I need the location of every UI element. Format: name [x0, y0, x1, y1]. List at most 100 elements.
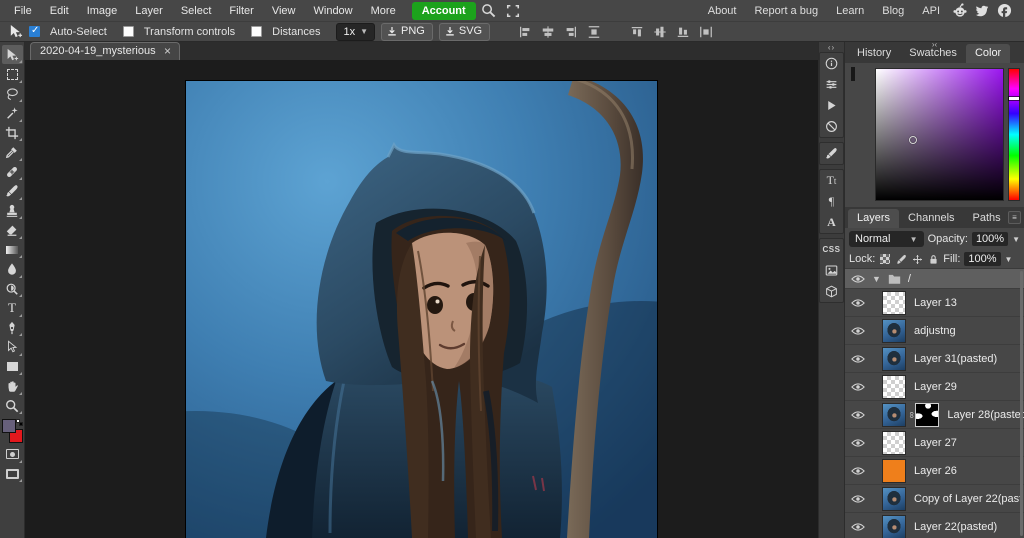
visibility-eye-icon[interactable]: [851, 438, 865, 448]
panel-collapse-handle[interactable]: ‹›: [828, 44, 835, 52]
layer-row[interactable]: adjustng: [845, 317, 1024, 345]
hand-tool[interactable]: [2, 377, 23, 396]
menu-window[interactable]: Window: [306, 2, 361, 20]
hue-slider-marker[interactable]: [1009, 97, 1019, 100]
css-panel-icon[interactable]: CSS: [820, 239, 843, 260]
visibility-eye-icon[interactable]: [851, 298, 865, 308]
fill-value[interactable]: 100%: [964, 252, 1000, 266]
layer-thumbnail[interactable]: [882, 515, 906, 538]
distribute-horizontal-icon[interactable]: [585, 24, 602, 39]
rectangle-shape-tool[interactable]: [2, 357, 23, 376]
canvas[interactable]: [186, 81, 657, 538]
visibility-eye-icon[interactable]: [851, 494, 865, 504]
gradient-tool[interactable]: [2, 240, 23, 259]
layer-group-row[interactable]: ▼ /: [845, 269, 1024, 289]
actions-play-icon[interactable]: [820, 95, 843, 116]
layer-mask-thumbnail[interactable]: [915, 403, 939, 427]
lasso-tool[interactable]: [2, 84, 23, 103]
lock-all-icon[interactable]: [927, 253, 939, 265]
layer-row[interactable]: Layer 22(pasted): [845, 513, 1024, 538]
visibility-eye-icon[interactable]: [851, 274, 865, 284]
info-panel-icon[interactable]: [820, 53, 843, 74]
visibility-eye-icon[interactable]: [851, 466, 865, 476]
layer-thumbnail[interactable]: [882, 403, 906, 427]
layer-row[interactable]: Layer 13: [845, 289, 1024, 317]
3d-panel-icon[interactable]: [820, 281, 843, 302]
link-report-a-bug[interactable]: Report a bug: [746, 2, 826, 20]
brush-settings-icon[interactable]: [820, 143, 843, 164]
magic-wand-tool[interactable]: [2, 104, 23, 123]
visibility-eye-icon[interactable]: [851, 522, 865, 532]
layer-row[interactable]: Layer 31(pasted): [845, 345, 1024, 373]
menu-edit[interactable]: Edit: [42, 2, 77, 20]
link-api[interactable]: API: [914, 2, 948, 20]
default-colors-icon[interactable]: [16, 419, 23, 426]
align-top-icon[interactable]: [628, 24, 645, 39]
account-button[interactable]: Account: [412, 2, 476, 20]
lock-paint-icon[interactable]: [895, 253, 907, 265]
layer-row[interactable]: Layer 27: [845, 429, 1024, 457]
visibility-eye-icon[interactable]: [851, 382, 865, 392]
menu-select[interactable]: Select: [173, 2, 220, 20]
layer-thumbnail[interactable]: [882, 459, 906, 483]
crop-tool[interactable]: [2, 123, 23, 142]
twitter-icon[interactable]: [972, 3, 992, 19]
export-png-button[interactable]: PNG: [381, 23, 433, 41]
hue-slider[interactable]: [1008, 68, 1020, 201]
fill-dropdown-icon[interactable]: ▼: [1005, 255, 1013, 264]
tab-color[interactable]: Color: [966, 44, 1010, 63]
lock-position-icon[interactable]: [911, 253, 923, 265]
picker-marker[interactable]: [909, 136, 917, 144]
reddit-icon[interactable]: [950, 3, 970, 19]
clone-stamp-tool[interactable]: [2, 201, 23, 220]
character-panel-icon[interactable]: Tt: [820, 170, 843, 191]
move-tool[interactable]: [2, 45, 23, 64]
spot-healing-tool[interactable]: [2, 162, 23, 181]
menu-image[interactable]: Image: [79, 2, 126, 20]
menu-view[interactable]: View: [264, 2, 304, 20]
color-swatch-pair[interactable]: [2, 419, 23, 443]
panel-collapse-handle[interactable]: ›‹: [932, 42, 937, 48]
paragraph-panel-icon[interactable]: ¶: [820, 191, 843, 212]
menu-file[interactable]: File: [6, 2, 40, 20]
blur-tool[interactable]: [2, 260, 23, 279]
quick-mask-button[interactable]: [2, 445, 23, 464]
menu-filter[interactable]: Filter: [221, 2, 261, 20]
opacity-value[interactable]: 100%: [972, 232, 1008, 246]
layer-mask-link-icon[interactable]: ∞: [907, 411, 917, 417]
distances-checkbox[interactable]: [251, 26, 262, 37]
type-tool[interactable]: T: [2, 299, 23, 318]
eraser-tool[interactable]: [2, 221, 23, 240]
layer-row[interactable]: Layer 26: [845, 457, 1024, 485]
tool-settings-icon[interactable]: [820, 74, 843, 95]
tab-layers[interactable]: Layers: [848, 209, 899, 228]
saturation-value-picker[interactable]: [875, 68, 1004, 201]
align-left-icon[interactable]: [516, 24, 533, 39]
fullscreen-icon[interactable]: [502, 2, 524, 20]
rectangle-select-tool[interactable]: [2, 65, 23, 84]
zoom-tool[interactable]: [2, 396, 23, 415]
layer-thumbnail[interactable]: [882, 431, 906, 455]
export-scale-select[interactable]: 1x▼: [336, 23, 375, 41]
layers-scrollbar[interactable]: [1020, 271, 1023, 536]
eyedropper-tool[interactable]: [2, 143, 23, 162]
auto-select-checkbox[interactable]: [29, 26, 40, 37]
layer-row[interactable]: ∞ Layer 28(pasted): [845, 401, 1024, 429]
tab-channels[interactable]: Channels: [899, 209, 963, 228]
align-right-icon[interactable]: [562, 24, 579, 39]
layer-thumbnail[interactable]: [882, 487, 906, 511]
transform-controls-checkbox[interactable]: [123, 26, 134, 37]
layer-row[interactable]: Layer 29: [845, 373, 1024, 401]
image-panel-icon[interactable]: [820, 260, 843, 281]
link-learn[interactable]: Learn: [828, 2, 872, 20]
visibility-eye-icon[interactable]: [851, 410, 865, 420]
align-middle-icon[interactable]: [651, 24, 668, 39]
dodge-tool[interactable]: [2, 279, 23, 298]
pen-tool[interactable]: [2, 318, 23, 337]
layer-row[interactable]: Copy of Layer 22(past: [845, 485, 1024, 513]
opacity-dropdown-icon[interactable]: ▼: [1012, 235, 1020, 244]
layer-thumbnail[interactable]: [882, 291, 906, 315]
brush-tool[interactable]: [2, 182, 23, 201]
layer-thumbnail[interactable]: [882, 319, 906, 343]
export-svg-button[interactable]: SVG: [439, 23, 490, 41]
